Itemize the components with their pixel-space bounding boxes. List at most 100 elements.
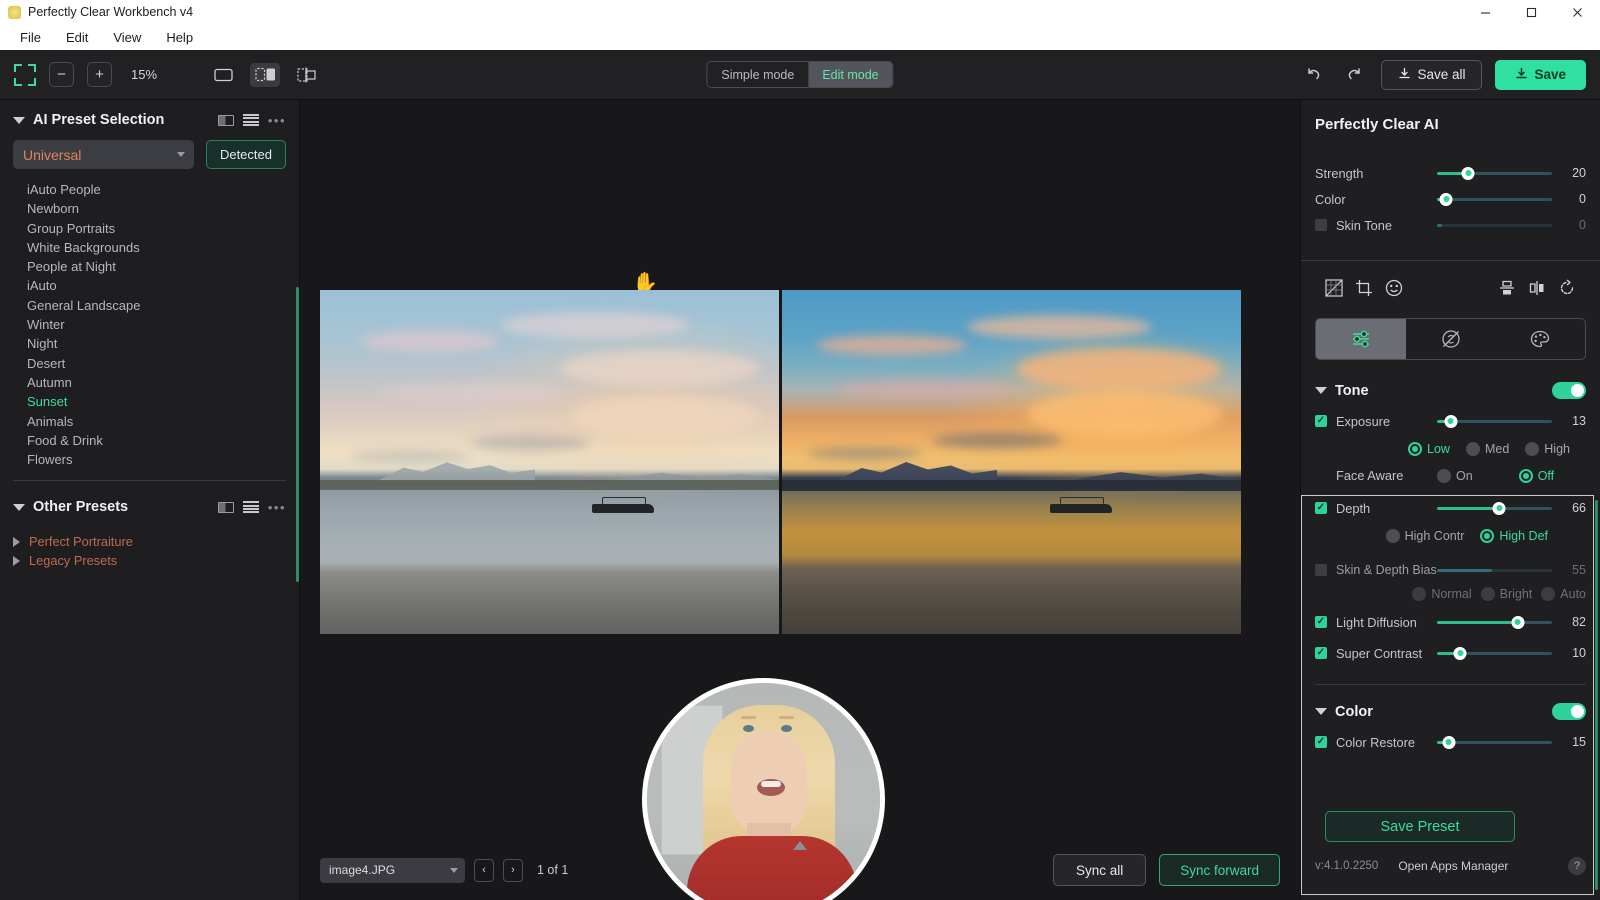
maximize-button[interactable] (1508, 0, 1554, 24)
save-all-button[interactable]: Save all (1381, 59, 1483, 90)
fit-frame-icon[interactable] (14, 63, 36, 86)
exposure-med-radio[interactable]: Med (1465, 442, 1509, 456)
bias-auto-radio[interactable]: Auto (1541, 587, 1586, 601)
minimize-button[interactable] (1462, 0, 1508, 24)
prev-image-button[interactable]: ‹ (474, 858, 494, 882)
face-icon[interactable] (1379, 275, 1409, 301)
color-restore-slider[interactable] (1437, 735, 1552, 749)
other-presets-list: Perfect Portraiture Legacy Presets (0, 532, 299, 570)
preset-item-iauto-people[interactable]: iAuto People (27, 180, 299, 199)
exposure-slider[interactable] (1437, 414, 1552, 428)
bias-normal-radio[interactable]: Normal (1412, 587, 1472, 601)
tone-toggle[interactable] (1552, 382, 1586, 399)
zoom-out-button[interactable]: − (49, 62, 74, 87)
light-diffusion-slider[interactable] (1437, 615, 1552, 629)
menu-help[interactable]: Help (155, 27, 204, 48)
color-toggle[interactable] (1552, 703, 1586, 720)
preset-item-autumn[interactable]: Autumn (27, 373, 299, 392)
exposure-low-radio[interactable]: Low (1408, 442, 1450, 456)
preset-item-white-backgrounds[interactable]: White Backgrounds (27, 238, 299, 257)
close-button[interactable] (1554, 0, 1600, 24)
next-image-button[interactable]: › (503, 858, 523, 882)
super-contrast-slider[interactable] (1437, 646, 1552, 660)
depth-checkbox[interactable] (1315, 502, 1327, 514)
preset-item-food-drink[interactable]: Food & Drink (27, 431, 299, 450)
grid-view-icon[interactable] (217, 501, 234, 513)
list-view-icon[interactable] (242, 114, 259, 126)
save-all-download-icon (1398, 67, 1411, 83)
preset-item-people-at-night[interactable]: People at Night (27, 257, 299, 276)
depth-slider[interactable] (1437, 501, 1552, 515)
strength-slider[interactable] (1437, 166, 1552, 180)
simple-mode-tab[interactable]: Simple mode (707, 62, 808, 87)
list-view-icon[interactable] (242, 501, 259, 514)
tab-adjustments[interactable] (1316, 319, 1406, 359)
more-options-icon[interactable]: ••• (268, 113, 286, 128)
preset-item-flowers[interactable]: Flowers (27, 450, 299, 469)
color-slider[interactable] (1437, 192, 1552, 206)
filename-dropdown[interactable]: image4.JPG (320, 857, 465, 883)
skin-depth-bias-slider[interactable] (1437, 563, 1552, 577)
preset-item-sunset[interactable]: Sunset (27, 392, 299, 411)
right-panel-scrollbar[interactable] (1595, 500, 1598, 890)
tab-palette[interactable] (1495, 319, 1585, 359)
preset-item-night[interactable]: Night (27, 334, 299, 353)
save-button[interactable]: Save (1495, 59, 1586, 90)
zoom-in-button[interactable]: + (87, 62, 112, 87)
skin-depth-bias-checkbox[interactable] (1315, 564, 1327, 576)
collapse-triangle-icon[interactable] (1315, 387, 1327, 394)
sync-all-button[interactable]: Sync all (1052, 854, 1147, 886)
detected-button[interactable]: Detected (205, 140, 286, 169)
preset-item-winter[interactable]: Winter (27, 315, 299, 334)
open-apps-manager-link[interactable]: Open Apps Manager (1398, 859, 1508, 873)
histogram-icon[interactable] (1319, 275, 1349, 301)
menu-edit[interactable]: Edit (55, 27, 99, 48)
left-panel-scrollbar[interactable] (296, 287, 299, 582)
other-preset-perfect-portraiture[interactable]: Perfect Portraiture (13, 532, 299, 551)
crop-icon[interactable] (1349, 275, 1379, 301)
preset-dropdown[interactable]: Universal (13, 140, 194, 169)
collapse-triangle-icon[interactable] (13, 116, 25, 124)
grid-view-icon[interactable] (217, 114, 234, 126)
collapse-triangle-icon[interactable] (1315, 708, 1327, 715)
compare-view-icon[interactable] (292, 63, 322, 87)
color-restore-checkbox[interactable] (1315, 736, 1327, 748)
collapse-filmstrip-icon[interactable] (793, 841, 807, 850)
after-image-preview[interactable] (782, 290, 1241, 634)
light-diffusion-checkbox[interactable] (1315, 616, 1327, 628)
menu-file[interactable]: File (9, 27, 52, 48)
skin-tone-slider[interactable] (1437, 218, 1552, 232)
sync-forward-button[interactable]: Sync forward (1159, 854, 1280, 886)
other-preset-legacy-presets[interactable]: Legacy Presets (13, 551, 299, 570)
undo-icon[interactable] (1299, 61, 1327, 89)
super-contrast-checkbox[interactable] (1315, 647, 1327, 659)
flip-vertical-icon[interactable] (1492, 275, 1522, 301)
redo-icon[interactable] (1340, 61, 1368, 89)
exposure-high-radio[interactable]: High (1525, 442, 1570, 456)
bias-bright-radio[interactable]: Bright (1480, 587, 1532, 601)
help-icon[interactable]: ? (1568, 857, 1586, 875)
before-image-preview[interactable] (320, 290, 779, 634)
face-aware-on-radio[interactable]: On (1437, 468, 1473, 483)
preset-item-animals[interactable]: Animals (27, 412, 299, 431)
preset-item-iauto[interactable]: iAuto (27, 276, 299, 295)
rotate-icon[interactable] (1552, 275, 1582, 301)
exposure-checkbox[interactable] (1315, 415, 1327, 427)
depth-high-contr-radio[interactable]: High Contr (1385, 529, 1464, 543)
flip-horizontal-icon[interactable] (1522, 275, 1552, 301)
single-view-icon[interactable] (208, 63, 238, 87)
face-aware-off-radio[interactable]: Off (1518, 468, 1554, 483)
edit-mode-tab[interactable]: Edit mode (808, 62, 893, 87)
skin-tone-checkbox[interactable] (1315, 219, 1327, 231)
preset-item-group-portraits[interactable]: Group Portraits (27, 219, 299, 238)
menu-view[interactable]: View (102, 27, 152, 48)
preset-item-general-landscape[interactable]: General Landscape (27, 296, 299, 315)
tab-no-retouch[interactable] (1406, 319, 1496, 359)
depth-high-def-radio[interactable]: High Def (1480, 529, 1548, 543)
save-preset-button[interactable]: Save Preset (1325, 811, 1515, 842)
preset-item-newborn[interactable]: Newborn (27, 199, 299, 218)
preset-item-desert[interactable]: Desert (27, 354, 299, 373)
split-view-icon[interactable] (250, 62, 280, 87)
more-options-icon[interactable]: ••• (268, 500, 286, 515)
collapse-triangle-icon[interactable] (13, 503, 25, 511)
